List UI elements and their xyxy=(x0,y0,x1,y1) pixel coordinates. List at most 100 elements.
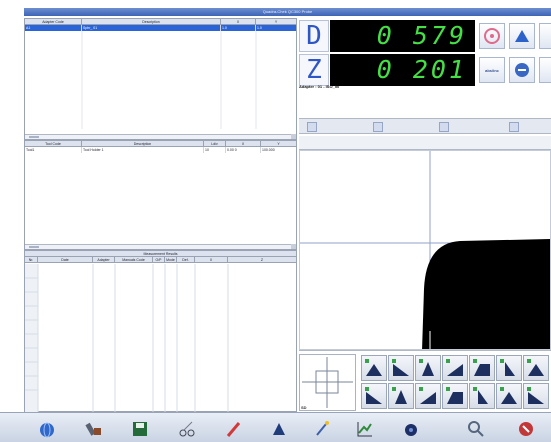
col-y[interactable]: Y xyxy=(256,19,296,24)
scroll-thumb[interactable] xyxy=(29,246,39,248)
mini-view-crosshair xyxy=(302,357,353,408)
tool-shape-tile[interactable] xyxy=(361,355,387,381)
tool-icon[interactable] xyxy=(539,23,551,49)
col-ldiv[interactable]: Ldiv xyxy=(204,141,226,146)
profile-view[interactable] xyxy=(299,150,551,350)
tool-table[interactable]: Tool Code Description Ldiv X Y Tool1 Too… xyxy=(24,140,297,250)
reset-icon[interactable] xyxy=(509,57,535,83)
tool-shape-tile[interactable] xyxy=(415,355,441,381)
probe-holder-icon[interactable] xyxy=(268,418,290,440)
tool-shape-glyph xyxy=(392,387,407,404)
col-z[interactable]: Z xyxy=(228,257,296,262)
table-row[interactable]: A1 Sphr_ 01 1.0 1.0 xyxy=(25,25,296,31)
tool-shape-tile[interactable] xyxy=(469,355,495,381)
readout-z-value: 0 201 xyxy=(330,54,475,86)
reset-glyph xyxy=(515,63,529,77)
cell-code: Tool1 xyxy=(25,147,82,153)
tool-shape-glyph xyxy=(365,387,382,404)
tool-shape-tile[interactable] xyxy=(442,355,468,381)
tool-shape-glyph xyxy=(473,359,490,376)
tool-shape-glyph xyxy=(392,359,409,376)
tool-shape-tile[interactable] xyxy=(523,355,549,381)
wrench-tools-icon[interactable] xyxy=(83,418,105,440)
tool-shape-glyph xyxy=(446,387,463,404)
cell-x: 1.0 xyxy=(221,25,256,31)
col-date[interactable]: Date xyxy=(38,257,93,262)
cell-description: Sphr_ 01 xyxy=(82,25,221,31)
col-manuals-code[interactable]: Manuals Code xyxy=(115,257,153,262)
col-adapter[interactable]: Adapter xyxy=(93,257,115,262)
wand-icon[interactable] xyxy=(311,418,333,440)
col-tool-code[interactable]: Tool Code xyxy=(25,141,82,146)
tool-shape-tile[interactable] xyxy=(442,383,468,409)
target-icon[interactable] xyxy=(479,23,505,49)
results-grid-lines xyxy=(25,264,229,412)
tool-shape-tile[interactable] xyxy=(415,383,441,409)
mini-view[interactable]: SD xyxy=(299,354,356,411)
profile-view-canvas xyxy=(300,151,550,349)
camera-icon[interactable] xyxy=(400,418,422,440)
col-adapter-code[interactable]: Adapter Code xyxy=(25,19,82,24)
tool-shape-tile[interactable] xyxy=(523,383,549,409)
tool-shape-glyph xyxy=(527,359,544,376)
mode-toggle-button[interactable]: abs/inc xyxy=(479,57,505,83)
col-mode[interactable]: Mode xyxy=(165,257,177,262)
col-description[interactable]: Description xyxy=(82,19,221,24)
col-description[interactable]: Description xyxy=(82,141,204,146)
col-nr[interactable]: Nr. xyxy=(25,257,38,262)
globe-icon[interactable] xyxy=(36,418,58,440)
col-x[interactable]: X xyxy=(195,257,228,262)
axis-d-label: D xyxy=(299,20,329,52)
search-icon[interactable] xyxy=(465,418,487,440)
tool-shape-glyph xyxy=(473,387,488,404)
exit-icon[interactable] xyxy=(515,418,537,440)
function-button-row xyxy=(299,118,551,134)
tool-shape-tile[interactable] xyxy=(388,355,414,381)
pen-glyph xyxy=(226,422,241,437)
col-def[interactable]: Def. xyxy=(177,257,195,262)
resize-grip[interactable] xyxy=(291,134,296,139)
mode-label: abs/inc xyxy=(485,67,499,73)
measurement-results-header: Nr. Date Adapter Manuals Code O/P Mode D… xyxy=(25,257,296,263)
up-arrow-icon[interactable] xyxy=(509,23,535,49)
function-button-2[interactable] xyxy=(373,122,383,132)
graph-icon[interactable] xyxy=(354,418,376,440)
wand-glyph xyxy=(316,421,329,436)
tool-shape-glyph xyxy=(419,359,434,376)
tool-shape-tile[interactable] xyxy=(361,383,387,409)
adapter-info: Adapter : 01 - ISO_50 xyxy=(299,84,340,89)
tool-shape-palette: SD xyxy=(299,350,551,412)
disk-glyph xyxy=(133,422,147,436)
tool-table-scrollbar[interactable] xyxy=(25,244,296,249)
globe-glyph xyxy=(40,422,54,438)
settings-icon[interactable] xyxy=(539,57,551,83)
col-x[interactable]: X xyxy=(221,19,256,24)
tool-shape-tile[interactable] xyxy=(469,383,495,409)
tool-shape-glyph xyxy=(419,387,436,404)
camera-glyph xyxy=(405,424,417,436)
axis-z-label: Z xyxy=(299,54,329,86)
measurement-results-table[interactable]: Measurement Results Nr. Date Adapter Man… xyxy=(24,250,297,412)
pen-edit-icon[interactable] xyxy=(222,418,244,440)
function-button-4[interactable] xyxy=(509,122,519,132)
tool-shape-tile[interactable] xyxy=(496,383,522,409)
table-row[interactable]: Tool1 Tool Holder 1 10 0.00 0 100.000 xyxy=(25,147,296,153)
function-button-1[interactable] xyxy=(307,122,317,132)
status-strip xyxy=(299,136,551,150)
resize-grip[interactable] xyxy=(291,244,296,249)
adapter-table[interactable]: Adapter Code Description X Y A1 Sphr_ 01… xyxy=(24,18,297,140)
scroll-thumb[interactable] xyxy=(29,136,39,138)
col-y[interactable]: Y xyxy=(261,141,296,146)
function-button-3[interactable] xyxy=(439,122,449,132)
tool-shape-glyph xyxy=(500,359,515,376)
scissors-icon[interactable] xyxy=(176,418,198,440)
tool-profile-shape xyxy=(422,239,550,349)
window-title: Quadra-Chek QC300 Probe xyxy=(262,9,313,14)
adapter-table-scrollbar[interactable] xyxy=(25,134,296,139)
tool-shape-tile[interactable] xyxy=(496,355,522,381)
tool-shape-tile[interactable] xyxy=(388,383,414,409)
col-x[interactable]: X xyxy=(226,141,261,146)
col-op[interactable]: O/P xyxy=(153,257,165,262)
adapter-grid-lines xyxy=(81,31,257,129)
save-disk-icon[interactable] xyxy=(129,418,151,440)
